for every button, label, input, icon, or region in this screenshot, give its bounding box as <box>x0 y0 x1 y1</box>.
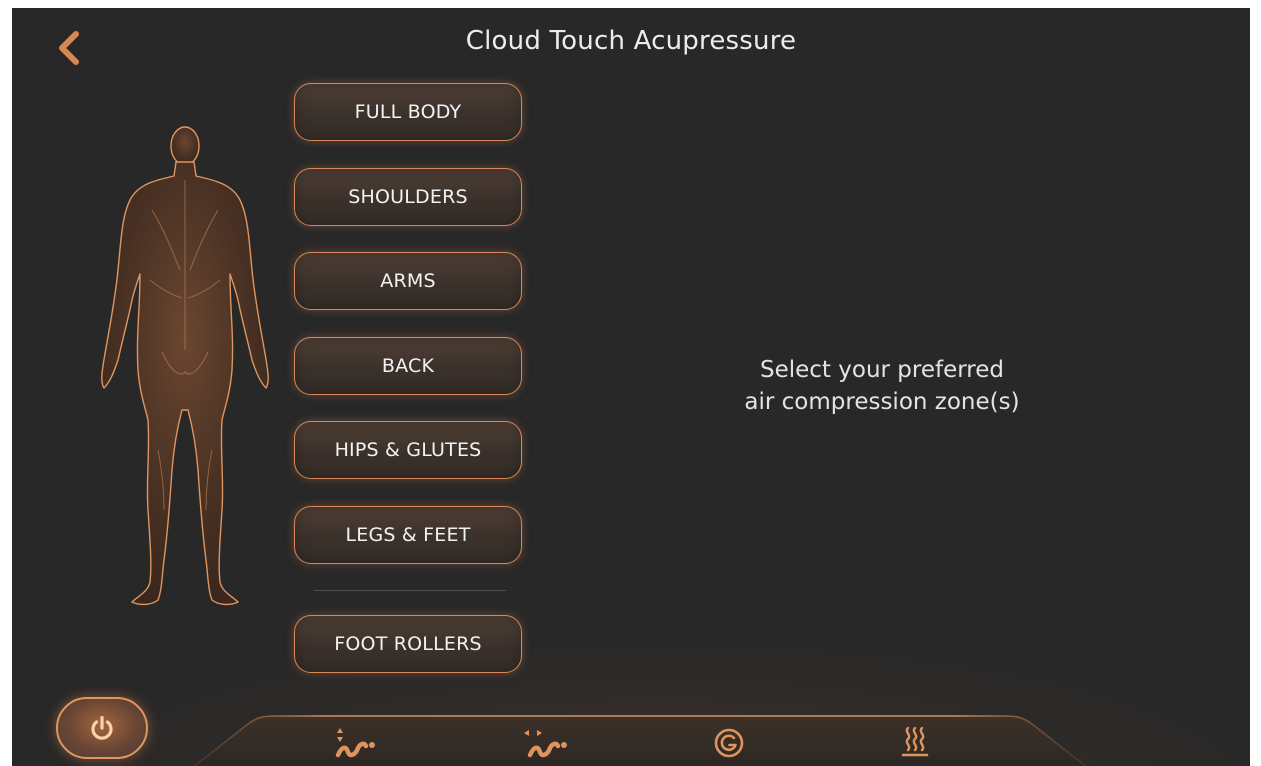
app-screen: Cloud Touch Acupressure FULL BODY SHOULD… <box>12 8 1250 766</box>
power-icon <box>91 715 113 740</box>
heat-icon[interactable] <box>900 726 930 760</box>
instruction-line-1: Select your preferred <box>760 357 1004 383</box>
divider <box>314 590 506 591</box>
body-figure-illustration <box>101 126 269 606</box>
bottom-nav-bar <box>193 715 1087 766</box>
zone-button-legs-feet[interactable]: LEGS & FEET <box>294 506 522 564</box>
zone-button-foot-rollers[interactable]: FOOT ROLLERS <box>294 615 522 673</box>
vertical-wave-icon[interactable] <box>330 726 378 760</box>
page-title: Cloud Touch Acupressure <box>465 26 797 56</box>
horizontal-wave-icon[interactable] <box>520 726 570 760</box>
zone-button-hips-glutes[interactable]: HIPS & GLUTES <box>294 421 522 479</box>
zone-button-arms[interactable]: ARMS <box>294 252 522 310</box>
zone-button-full-body[interactable]: FULL BODY <box>294 83 522 141</box>
zone-button-shoulders[interactable]: SHOULDERS <box>294 168 522 226</box>
instruction-text: Select your preferred air compression zo… <box>702 354 1062 418</box>
g-force-icon[interactable] <box>712 726 746 760</box>
instruction-line-2: air compression zone(s) <box>744 389 1020 415</box>
power-button[interactable] <box>56 697 148 759</box>
zone-button-back[interactable]: BACK <box>294 337 522 395</box>
